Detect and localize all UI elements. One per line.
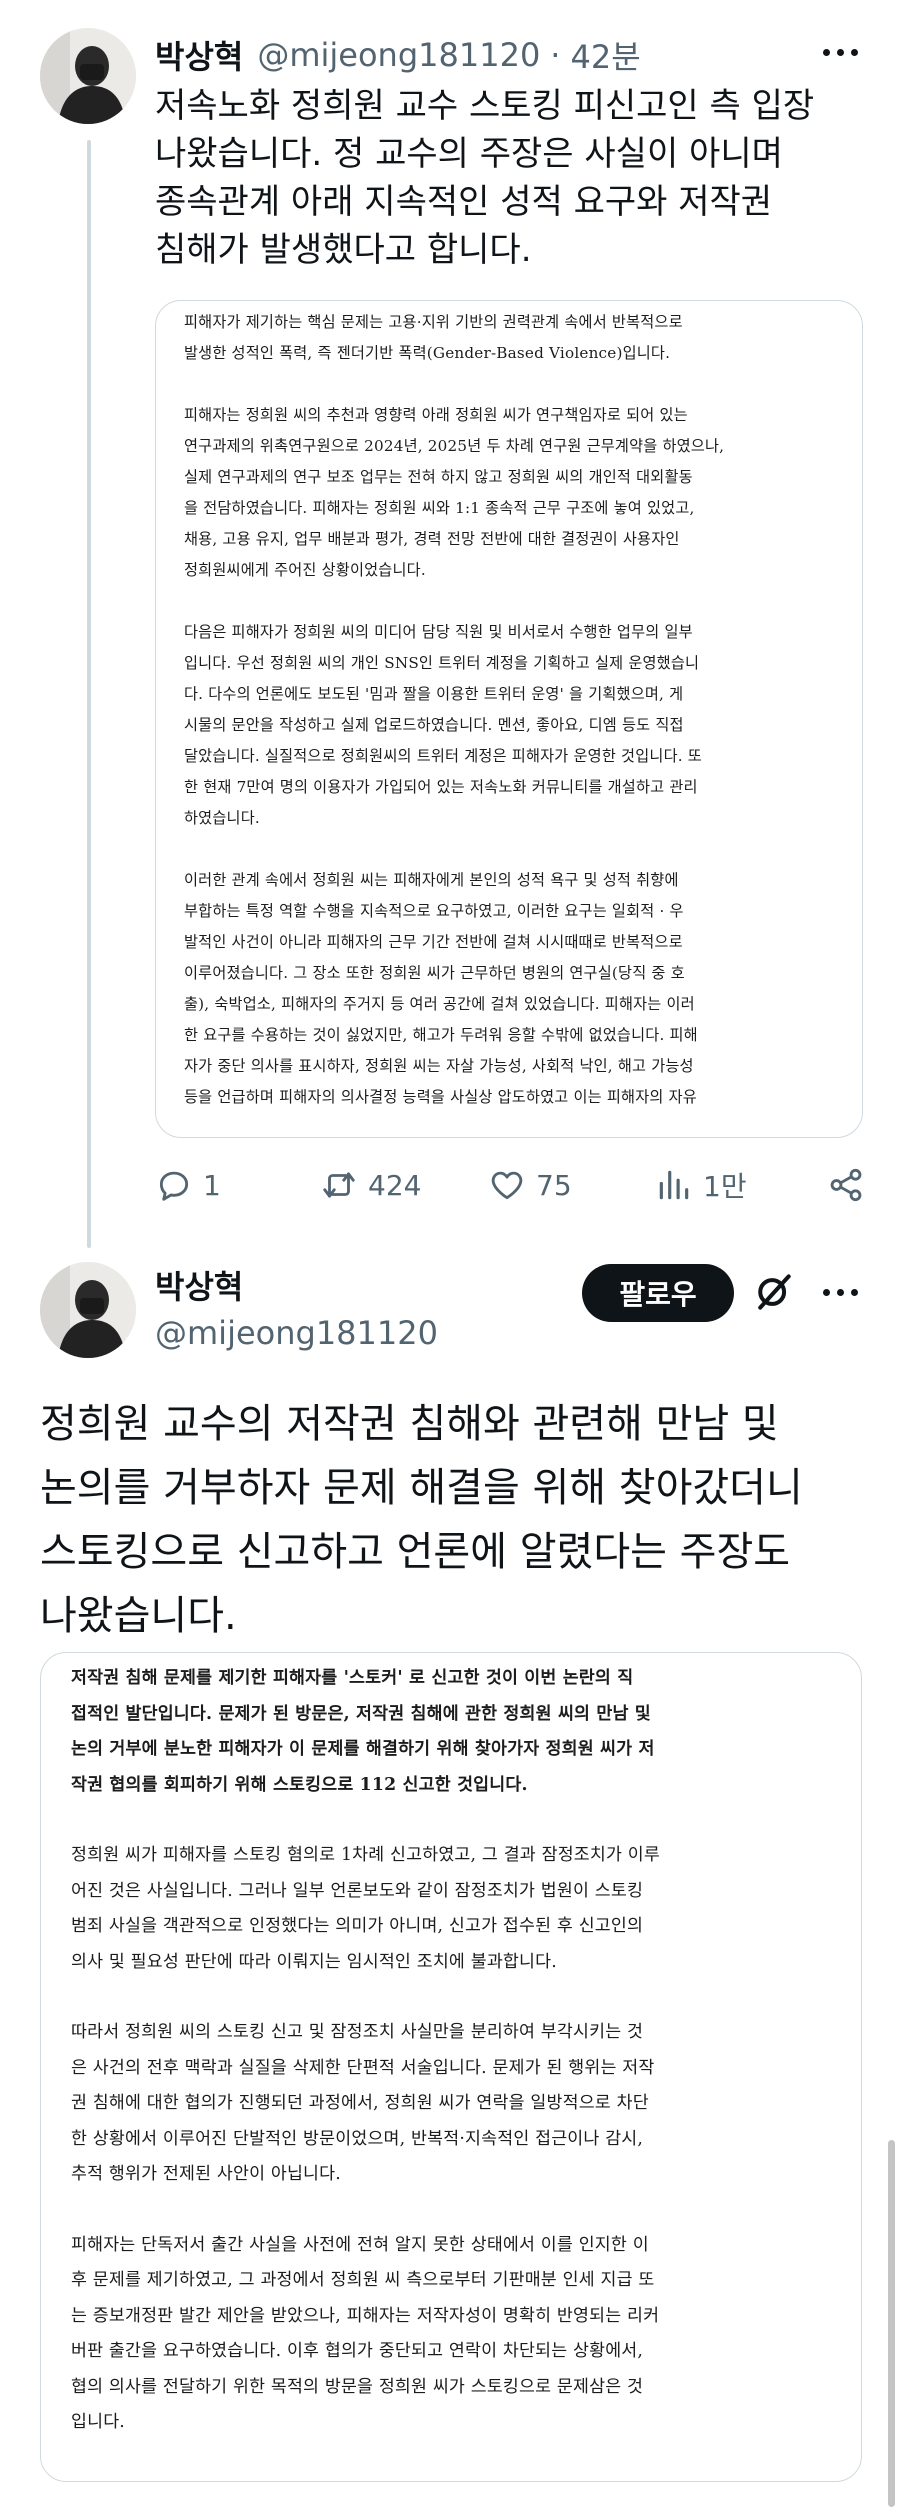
share-button[interactable] xyxy=(827,1166,865,1204)
follow-button[interactable]: 팔로우 xyxy=(582,1264,734,1322)
document-line: 권 침해에 대한 협의가 진행되던 과정에서, 정희원 씨가 연락을 일방적으로… xyxy=(71,2093,649,2113)
document-line: 을 전담하였습니다. 피해자는 정희원 씨와 1:1 종속적 근무 구조에 놓여… xyxy=(184,499,695,517)
grok-icon[interactable] xyxy=(752,1270,796,1314)
thread-line xyxy=(87,140,91,1248)
document-line: 자가 중단 의사를 표시하자, 정희원 씨는 자살 가능성, 사회적 낙인, 해… xyxy=(184,1057,694,1075)
document-line: 어진 것은 사실입니다. 그러나 일부 언론보도와 같이 잠정조치가 법원이 스… xyxy=(71,1880,644,1901)
document-line: 한 현재 7만여 명의 이용자가 가입되어 있는 저속노화 커뮤니티를 개설하고… xyxy=(184,778,698,796)
document-line: 다. 다수의 언론에도 보도된 '밈과 짤을 이용한 트위터 운영' 을 기획했… xyxy=(184,685,684,703)
document-line: 이러한 관계 속에서 정희원 씨는 피해자에게 본인의 성적 욕구 및 성적 취… xyxy=(184,871,679,889)
timestamp[interactable]: 42분 xyxy=(570,32,640,78)
document-line: 정희원씨에게 주어진 상황이었습니다. xyxy=(184,561,426,579)
document-paragraph: 피해자는 정희원 씨의 추천과 영향력 아래 정희원 씨가 연구책임자로 되어 … xyxy=(184,400,834,586)
views-icon xyxy=(659,1170,689,1200)
document-line: 의사 및 필요성 판단에 따라 이뤄지는 임시적인 조치에 불과합니다. xyxy=(71,1951,557,1972)
document-image[interactable]: 피해자가 제기하는 핵심 문제는 고용·지위 기반의 권력관계 속에서 반복적으… xyxy=(155,300,863,1138)
document-line: 이루어졌습니다. 그 장소 또한 정희원 씨가 근무하던 병원의 연구실(당직 … xyxy=(184,964,685,982)
like-icon xyxy=(491,1171,523,1200)
tweet-header: 박상혁 @mijeong181120 · 42분 xyxy=(155,30,860,80)
document-line: 한 요구를 수용하는 것이 싫었지만, 해고가 두려워 응할 수밖에 없었습니다… xyxy=(184,1026,698,1044)
document-line: 피해자가 제기하는 핵심 문제는 고용·지위 기반의 권력관계 속에서 반복적으… xyxy=(184,313,683,331)
document-line: 채용, 고용 유지, 업무 배분과 평가, 경력 전망 전반에 대한 결정권이 … xyxy=(184,530,680,548)
scrollbar[interactable] xyxy=(888,2140,895,2507)
author-handle[interactable]: @mijeong181120 xyxy=(257,36,540,74)
document-line: 범죄 사실을 객관적으로 인정했다는 의미가 아니며, 신고가 접수된 후 신고… xyxy=(71,1916,644,1936)
document-text: 저작권 침해 문제를 제기한 피해자를 '스토커' 로 신고한 것이 이번 논란… xyxy=(41,1653,861,2441)
document-line: 추적 행위가 전제된 사안이 아닙니다. xyxy=(71,2164,341,2184)
document-line: 등을 언급하며 피해자의 의사결정 능력을 사실상 압도하였고 이는 피해자의 … xyxy=(184,1088,697,1106)
reply-button[interactable]: 1 xyxy=(155,1166,221,1204)
document-line: 발적인 사건이 아니라 피해자의 근무 기간 전반에 걸쳐 시시때때로 반복적으… xyxy=(184,933,683,951)
document-paragraph: 따라서 정희원 씨의 스토킹 신고 및 잠정조치 사실만을 분리하여 부각시키는… xyxy=(71,2015,831,2193)
document-line: 입니다. 우선 정희원 씨의 개인 SNS인 트위터 계정을 기획하고 실제 운… xyxy=(184,654,700,672)
retweet-icon xyxy=(323,1172,355,1198)
document-line: 시물의 문안을 작성하고 실제 업로드하였습니다. 멘션, 좋아요, 디엠 등도… xyxy=(184,716,684,734)
document-line: 후 문제를 제기하였고, 그 과정에서 정희원 씨 측으로부터 기판매분 인세 … xyxy=(71,2270,655,2290)
document-line: 접적인 발단입니다. 문제가 된 방문은, 저작권 침해에 관한 정희원 씨의 … xyxy=(71,1703,651,1724)
document-line: 실제 연구과제의 연구 보조 업무는 전혀 하지 않고 정희원 씨의 개인적 대… xyxy=(184,468,693,486)
document-line: 피해자는 정희원 씨의 추천과 영향력 아래 정희원 씨가 연구책임자로 되어 … xyxy=(184,406,688,424)
reply-count: 1 xyxy=(203,1168,221,1202)
avatar[interactable] xyxy=(40,1262,136,1358)
like-count: 75 xyxy=(536,1168,572,1202)
document-line: 버판 출간을 요구하였습니다. 이후 협의가 중단되고 연락이 차단되는 상황에… xyxy=(71,2341,644,2361)
document-line: 는 증보개정판 발간 제안을 받았으나, 피해자는 저작자성이 명확히 반영되는… xyxy=(71,2305,660,2326)
document-line: 은 사건의 전후 맥락과 실질을 삭제한 단편적 서술입니다. 문제가 된 행위… xyxy=(71,2057,655,2078)
document-line: 논의 거부에 분노한 피해자가 이 문제를 해결하기 위해 찾아가자 정희원 씨… xyxy=(71,1739,655,1759)
document-line: 부합하는 특정 역할 수행을 지속적으로 요구하였고, 이러한 요구는 일회적 … xyxy=(184,902,684,920)
document-text: 피해자가 제기하는 핵심 문제는 고용·지위 기반의 권력관계 속에서 반복적으… xyxy=(156,301,862,1113)
document-line: 작권 협의를 회피하기 위해 스토킹으로 112 신고한 것입니다. xyxy=(71,1774,528,1795)
document-paragraph: 이러한 관계 속에서 정희원 씨는 피해자에게 본인의 성적 욕구 및 성적 취… xyxy=(184,865,834,1113)
document-line: 다음은 피해자가 정희원 씨의 미디어 담당 직원 및 비서로서 수행한 업무의… xyxy=(184,623,693,641)
more-icon[interactable] xyxy=(816,1272,864,1312)
document-line: 발생한 성적인 폭력, 즉 젠더기반 폭력(Gender-Based Viole… xyxy=(184,344,671,362)
separator: · xyxy=(550,36,561,74)
document-line: 정희원 씨가 피해자를 스토킹 혐의로 1차례 신고하였고, 그 결과 잠정조치… xyxy=(71,1845,660,1865)
tweet-actions: 1 424 75 1만 xyxy=(155,1160,865,1210)
document-line: 따라서 정희원 씨의 스토킹 신고 및 잠정조치 사실만을 분리하여 부각시키는… xyxy=(71,2022,644,2042)
document-line: 출), 숙박업소, 피해자의 주거지 등 여러 공간에 걸쳐 있었습니다. 피해… xyxy=(184,995,695,1013)
author-handle[interactable]: @mijeong181120 xyxy=(155,1314,438,1352)
document-paragraph: 저작권 침해 문제를 제기한 피해자를 '스토커' 로 신고한 것이 이번 논란… xyxy=(71,1661,831,1803)
document-paragraph: 피해자는 단독저서 출간 사실을 사전에 전혀 알지 못한 상태에서 이를 인지… xyxy=(71,2228,831,2441)
document-line: 협의 의사를 전달하기 위한 목적의 방문을 정희원 씨가 스토킹으로 문제삼은… xyxy=(71,2376,644,2397)
document-line: 입니다. xyxy=(71,2412,125,2432)
tweet-text: 저속노화 정희원 교수 스토킹 피신고인 측 입장 나왔습니다. 정 교수의 주… xyxy=(155,86,815,270)
document-line: 저작권 침해 문제를 제기한 피해자를 '스토커' 로 신고한 것이 이번 논란… xyxy=(71,1668,634,1688)
document-paragraph: 피해자가 제기하는 핵심 문제는 고용·지위 기반의 권력관계 속에서 반복적으… xyxy=(184,307,834,369)
document-line: 연구과제의 위촉연구원으로 2024년, 2025년 두 차례 연구원 근무계약… xyxy=(184,437,725,455)
document-line: 피해자는 단독저서 출간 사실을 사전에 전혀 알지 못한 상태에서 이를 인지… xyxy=(71,2234,649,2255)
share-icon xyxy=(830,1168,862,1202)
document-line: 한 상황에서 이루어진 단발적인 방문이었으며, 반복적·지속적인 접근이나 감… xyxy=(71,2128,644,2149)
author-name[interactable]: 박상혁 xyxy=(155,32,243,78)
document-image[interactable]: 저작권 침해 문제를 제기한 피해자를 '스토커' 로 신고한 것이 이번 논란… xyxy=(40,1652,862,2482)
document-line: 하였습니다. xyxy=(184,809,260,827)
document-paragraph: 정희원 씨가 피해자를 스토킹 혐의로 1차례 신고하였고, 그 결과 잠정조치… xyxy=(71,1838,831,1980)
like-button[interactable]: 75 xyxy=(488,1166,572,1204)
document-line: 달았습니다. 실질적으로 정희원씨의 트위터 계정은 피해자가 운영한 것입니다… xyxy=(184,747,702,765)
author-name[interactable]: 박상혁 xyxy=(155,1262,243,1308)
more-icon[interactable] xyxy=(816,32,864,72)
document-paragraph: 다음은 피해자가 정희원 씨의 미디어 담당 직원 및 비서로서 수행한 업무의… xyxy=(184,617,834,834)
tweet-1: 박상혁 @mijeong181120 · 42분 저속노화 정희원 교수 스토킹… xyxy=(0,0,900,1248)
retweet-button[interactable]: 424 xyxy=(320,1166,421,1204)
tweet-text: 정희원 교수의 저작권 침해와 관련해 만남 및 논의를 거부하자 문제 해결을… xyxy=(40,1401,803,1639)
reply-icon xyxy=(159,1171,189,1201)
retweet-count: 424 xyxy=(368,1168,422,1202)
avatar[interactable] xyxy=(40,28,136,124)
views-button[interactable]: 1만 xyxy=(655,1165,747,1205)
view-count: 1만 xyxy=(703,1170,747,1203)
